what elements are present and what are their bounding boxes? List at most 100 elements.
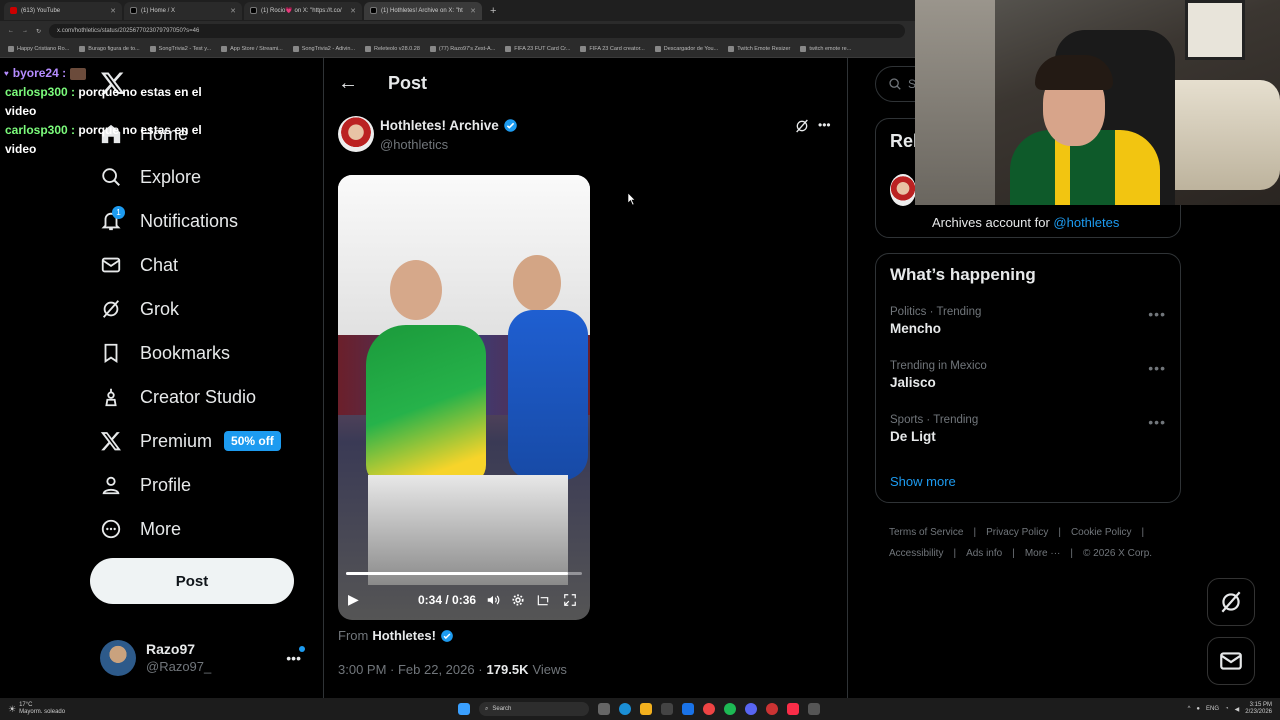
mail-app-icon[interactable] <box>682 703 694 715</box>
trend-item[interactable]: Trending in Mexico Jalisco ••• <box>876 360 1180 404</box>
verified-badge-icon <box>504 119 517 132</box>
close-icon[interactable]: ✕ <box>350 7 356 15</box>
picture-in-picture-icon[interactable] <box>536 593 550 607</box>
store-icon[interactable] <box>661 703 673 715</box>
close-icon[interactable]: ✕ <box>110 7 116 15</box>
chevron-up-icon[interactable]: ^ <box>1188 706 1191 712</box>
trend-item[interactable]: Sports · Trending De Ligt ••• <box>876 414 1180 458</box>
fullscreen-icon[interactable] <box>563 593 577 607</box>
bookmark-label: Twitch Emote Resizer <box>737 46 791 52</box>
forward-icon[interactable]: → <box>22 28 28 34</box>
file-explorer-icon[interactable] <box>640 703 652 715</box>
footer-link[interactable]: Terms of Service <box>889 522 963 543</box>
more-dots-icon[interactable]: ••• <box>818 118 831 132</box>
trend-item[interactable]: Politics · Trending Mencho ••• <box>876 306 1180 350</box>
video-player[interactable]: ▶ 0:34 / 0:36 <box>338 175 590 620</box>
bookmark-item[interactable]: Burago figura de to... <box>79 46 140 52</box>
sidebar-item-notifications[interactable]: 1 Notifications <box>100 203 238 239</box>
clock[interactable]: 3:15 PM 2/23/2026 <box>1245 702 1272 716</box>
obs-icon[interactable] <box>766 703 778 715</box>
task-view-icon[interactable] <box>598 703 610 715</box>
footer-link[interactable]: Accessibility <box>889 543 943 564</box>
music-app-icon[interactable] <box>787 703 799 715</box>
author-handle[interactable]: @hothletics <box>380 137 448 152</box>
bookmark-favicon-icon <box>8 46 14 52</box>
speaker-icon[interactable]: ◀ <box>1235 706 1240 713</box>
browser-tab[interactable]: (1) Rocio💗 on X: "https://t.co/ ✕ <box>244 1 362 20</box>
footer-link[interactable]: Ads info <box>966 543 1002 564</box>
browser-tab-active[interactable]: (1) Hothletes! Archive on X: "ht ✕ <box>364 1 482 20</box>
bookmark-item[interactable]: FIFA 23 FUT Card Cr... <box>505 46 570 52</box>
url-field[interactable]: x.com/hothletics/status/2025677023079797… <box>49 24 905 38</box>
bookmark-item[interactable]: Twitch Emote Resizer <box>728 46 790 52</box>
sidebar-item-profile[interactable]: Profile <box>100 467 191 503</box>
language-indicator[interactable]: ENG <box>1206 706 1219 712</box>
grok-icon[interactable] <box>794 118 810 134</box>
bio-mention-link[interactable]: @hothletes <box>1053 215 1119 230</box>
settings-gear-icon[interactable] <box>511 593 525 607</box>
sidebar-item-chat[interactable]: Chat <box>100 247 178 283</box>
bookmark-item[interactable]: FIFA 23 Card creator... <box>580 46 645 52</box>
close-icon[interactable]: ✕ <box>470 7 476 15</box>
weather-temp: 17°C <box>19 702 33 708</box>
weather-desc: Mayorm. soleado <box>19 709 66 715</box>
bookmark-favicon-icon <box>365 46 372 52</box>
play-icon[interactable]: ▶ <box>348 591 359 608</box>
bookmark-item[interactable]: Releteolo v28.0.28 <box>365 46 420 52</box>
wifi-icon[interactable]: ◔ <box>1225 706 1229 712</box>
more-dots-icon[interactable]: ••• <box>1148 360 1166 376</box>
sidebar-item-creator-studio[interactable]: Creator Studio <box>100 379 256 415</box>
discord-icon[interactable] <box>745 703 757 715</box>
edge-icon[interactable] <box>619 703 631 715</box>
chat-username: carlosp300 : <box>5 85 76 99</box>
x-logo-icon <box>130 7 137 14</box>
bookmark-item[interactable]: Descargador de You... <box>654 46 718 52</box>
tab-title: (1) Home / X <box>141 7 176 14</box>
account-switcher[interactable]: Razo97 @Razo97_ ••• <box>88 628 313 688</box>
new-tab-icon[interactable]: + <box>490 5 496 17</box>
post-button[interactable]: Post <box>90 558 294 604</box>
spotify-icon[interactable] <box>724 703 736 715</box>
back-arrow-icon[interactable]: ← <box>338 72 358 95</box>
chrome-icon[interactable] <box>703 703 715 715</box>
post-timestamp[interactable]: 3:00 PM · Feb 22, 2026 · <box>338 662 483 677</box>
sidebar-item-grok[interactable]: Grok <box>100 291 179 327</box>
bookmark-item[interactable]: App Store / Streami... <box>221 46 283 52</box>
browser-tab[interactable]: (613) YouTube ✕ <box>4 1 122 20</box>
taskbar-search[interactable]: ⌕ Search <box>479 702 589 716</box>
footer-link[interactable]: Cookie Policy <box>1071 522 1132 543</box>
close-icon[interactable]: ✕ <box>230 7 236 15</box>
footer-link[interactable]: More ··· <box>1025 543 1061 564</box>
bookmark-item[interactable]: (77) Razo97's Zest-A... <box>429 46 495 52</box>
sidebar-item-premium[interactable]: Premium 50% off <box>100 423 281 459</box>
author-avatar[interactable] <box>338 116 374 152</box>
trend-meta: Trending in Mexico <box>890 360 987 372</box>
more-dots-icon[interactable]: ••• <box>1148 414 1166 430</box>
more-dots-icon[interactable]: ••• <box>286 646 305 666</box>
bookmark-item[interactable]: SongTrivia2 - Test y... <box>149 46 211 52</box>
windows-start-icon[interactable] <box>458 703 470 715</box>
weather-widget[interactable]: ☀ 17°C Mayorm. soleado <box>8 702 128 716</box>
video-progress-track[interactable] <box>346 572 582 575</box>
author-name-row[interactable]: Hothletes! Archive <box>380 118 518 133</box>
reload-icon[interactable]: ↻ <box>36 28 41 35</box>
bookmark-item[interactable]: SongTrivia2 - Adivin... <box>292 46 355 52</box>
bookmark-item[interactable]: twitch emote re... <box>800 46 851 52</box>
show-more-link[interactable]: Show more <box>890 474 956 489</box>
sidebar-item-bookmarks[interactable]: Bookmarks <box>100 335 230 371</box>
views-count: 179.5K <box>486 662 529 677</box>
from-source-link[interactable]: Hothletes! <box>372 628 436 643</box>
back-icon[interactable]: ← <box>8 28 14 34</box>
messages-fab-button[interactable] <box>1207 637 1255 685</box>
more-dots-icon[interactable]: ••• <box>1148 306 1166 322</box>
microphone-icon[interactable]: ● <box>1196 706 1200 712</box>
sidebar-item-more[interactable]: More <box>100 511 181 547</box>
footer-link[interactable]: Privacy Policy <box>986 522 1048 543</box>
avatar[interactable] <box>890 174 916 206</box>
author-name: Hothletes! Archive <box>380 118 499 133</box>
browser-tab[interactable]: (1) Home / X ✕ <box>124 1 242 20</box>
bookmark-item[interactable]: Happy Cristiano Ro... <box>8 46 69 52</box>
grok-fab-button[interactable] <box>1207 578 1255 626</box>
app-icon[interactable] <box>808 703 820 715</box>
volume-icon[interactable] <box>486 593 500 607</box>
